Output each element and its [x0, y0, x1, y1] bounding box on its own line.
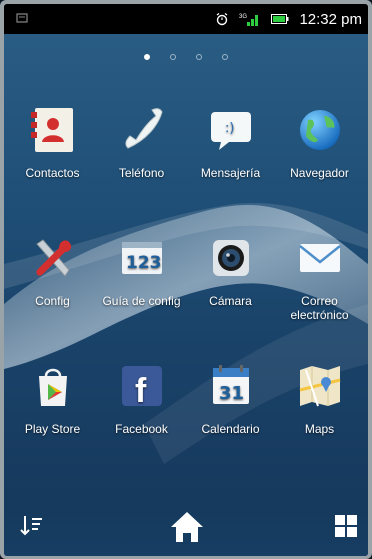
app-label: Guía de config [102, 294, 181, 308]
battery-icon [271, 14, 289, 24]
dock [4, 488, 368, 556]
app-facebook[interactable]: f Facebook [97, 352, 186, 480]
app-label: Cámara [209, 294, 252, 308]
maps-icon [294, 360, 346, 412]
play-store-icon [27, 360, 79, 412]
app-contactos[interactable]: Contactos [8, 96, 97, 224]
email-icon [294, 232, 346, 284]
home-icon [171, 512, 203, 542]
facebook-letter: f [135, 372, 147, 410]
setup-guide-badge: 123 [126, 253, 162, 273]
app-label: Teléfono [118, 166, 165, 180]
settings-icon [27, 232, 79, 284]
app-label: Navegador [290, 166, 349, 180]
app-camara[interactable]: Cámara [186, 224, 275, 352]
app-label: Contactos [25, 166, 80, 180]
app-label: Maps [304, 422, 335, 436]
calendar-icon: 31 [205, 360, 257, 412]
signal-icon: 3G [239, 14, 259, 26]
app-mensajeria[interactable]: :) Mensajería [186, 96, 275, 224]
app-drawer-button[interactable] [332, 512, 360, 540]
page-dot-4[interactable] [222, 54, 228, 60]
facebook-icon: f [116, 360, 168, 412]
status-bar: 3G 12:32 pm [4, 4, 368, 34]
app-label: Mensajería [200, 166, 261, 180]
messaging-icon: :) [205, 104, 257, 156]
app-navegador[interactable]: Navegador [275, 96, 364, 224]
calendar-day: 31 [219, 383, 244, 404]
clock: 12:32 pm [299, 10, 362, 28]
app-label: Facebook [115, 422, 168, 436]
app-label: Config [35, 294, 70, 308]
phone-icon [116, 104, 168, 156]
sort-button[interactable] [18, 512, 46, 540]
app-label: Calendario [201, 422, 260, 436]
page-indicator[interactable] [4, 54, 368, 60]
app-telefono[interactable]: Teléfono [97, 96, 186, 224]
app-calendario[interactable]: 31 Calendario [186, 352, 275, 480]
notification-icon [16, 13, 28, 23]
app-play-store[interactable]: Play Store [8, 352, 97, 480]
camera-icon [205, 232, 257, 284]
page-dot-3[interactable] [196, 54, 202, 60]
sort-icon [20, 516, 42, 536]
app-correo-electronico[interactable]: Correo electrónico [275, 224, 364, 352]
app-guia-de-config[interactable]: 123 Guía de config [97, 224, 186, 352]
home-screen: 3G 12:32 pm Contactos Teléfono:) Mensaj… [4, 4, 368, 556]
home-button[interactable] [168, 508, 206, 546]
page-dot-2[interactable] [170, 54, 176, 60]
page-dot-1[interactable] [144, 54, 150, 60]
app-maps[interactable]: Maps [275, 352, 364, 480]
app-label: Play Store [24, 422, 81, 436]
contacts-icon [27, 104, 79, 156]
app-label: Correo electrónico [290, 294, 349, 322]
alarm-icon [217, 12, 228, 26]
device-frame: 3G 12:32 pm Contactos Teléfono:) Mensaj… [0, 0, 372, 559]
setup-guide-icon: 123 [116, 232, 168, 284]
app-grid: Contactos Teléfono :) Mensajería Navegad… [8, 96, 364, 480]
svg-text::): :) [225, 121, 234, 136]
grid-icon [335, 515, 357, 537]
app-config[interactable]: Config [8, 224, 97, 352]
browser-icon [294, 104, 346, 156]
svg-text:3G: 3G [239, 14, 247, 20]
